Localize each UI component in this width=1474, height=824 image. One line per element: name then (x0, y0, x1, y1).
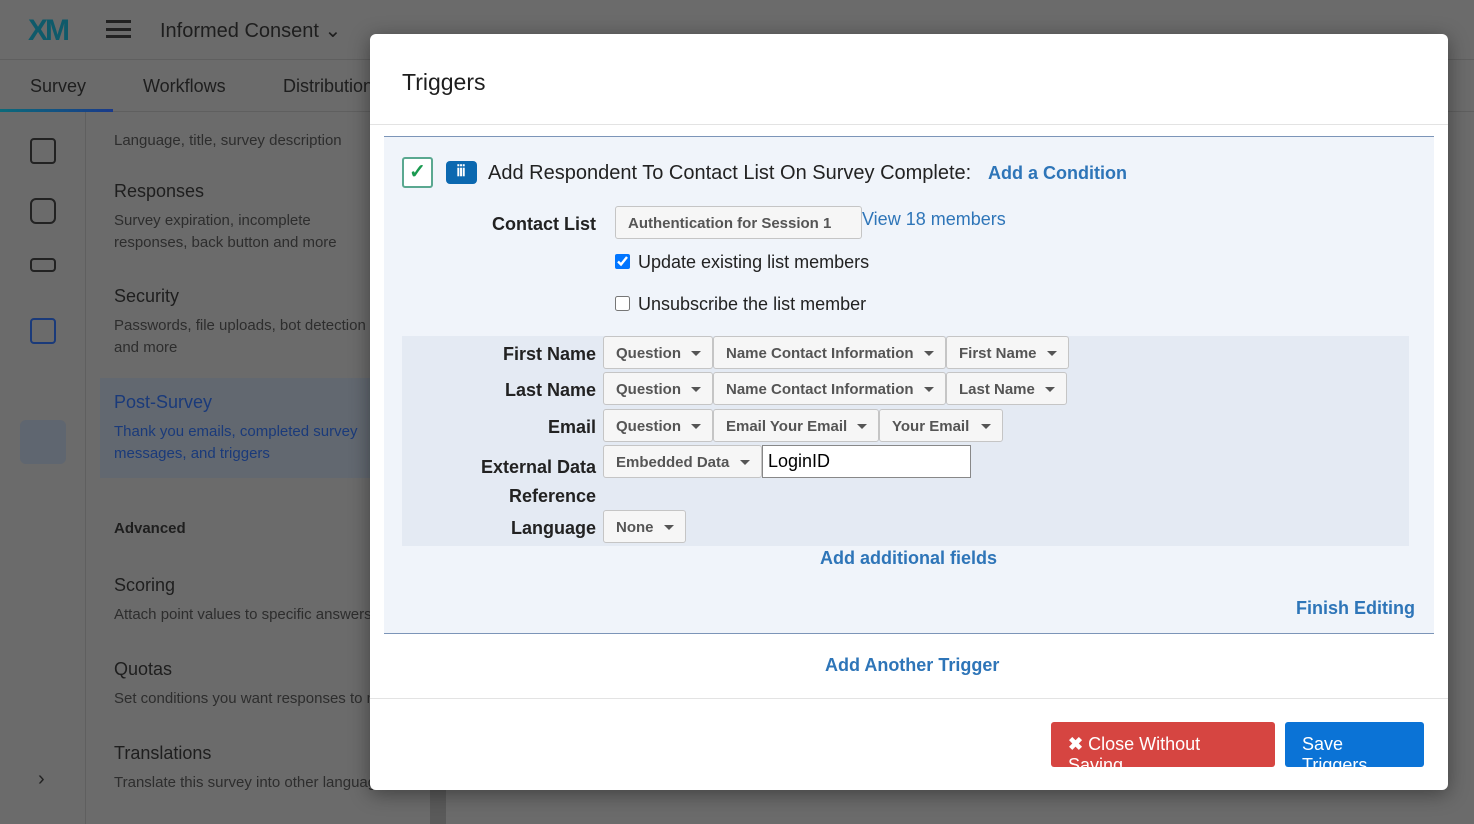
button-label: Close Without Saving (1068, 734, 1201, 775)
hamburger-menu-icon[interactable] (106, 20, 131, 38)
setting-desc: Language, title, survey description (114, 132, 342, 149)
update-existing-checkbox[interactable] (615, 254, 630, 269)
settings-scoring[interactable]: Scoring Attach point values to specific a… (114, 575, 374, 626)
view-members-link[interactable]: View 18 members (862, 209, 1006, 230)
setting-desc: Passwords, file uploads, bot detection a… (114, 317, 366, 356)
setting-title: Security (114, 286, 180, 306)
embedded-data-input[interactable]: LoginID (762, 445, 971, 478)
tab-survey[interactable]: Survey (30, 76, 86, 97)
field-select[interactable]: Last Name (946, 372, 1067, 405)
settings-quotas[interactable]: Quotas Set conditions you want responses … (114, 659, 374, 710)
survey-clipboard-icon[interactable] (30, 138, 56, 164)
settings-general[interactable]: Language, title, survey description (114, 130, 342, 152)
project-title-dropdown[interactable]: Informed Consent ⌄ (160, 18, 341, 43)
settings-translations[interactable]: Translations Translate this survey into o… (114, 743, 374, 794)
field-label: First Name (502, 344, 596, 364)
setting-desc: Survey expiration, incomplete responses,… (114, 212, 337, 251)
setting-desc: Translate this survey into other languag… (114, 774, 374, 791)
question-select[interactable]: Name Contact Information (713, 372, 946, 405)
divider (370, 124, 1448, 125)
unsubscribe-option[interactable]: Unsubscribe the list member (615, 294, 866, 315)
field-label: Last Name (504, 380, 596, 400)
setting-title: Translations (114, 743, 212, 763)
trigger-panel: ✓ ⅲ Add Respondent To Contact List On Su… (384, 136, 1434, 634)
field-label: Email (547, 417, 596, 437)
trigger-enabled-checkbox[interactable]: ✓ (402, 157, 433, 188)
sliders-icon[interactable] (30, 318, 56, 344)
language-select[interactable]: None (603, 510, 686, 543)
blocks-icon[interactable] (30, 198, 56, 224)
settings-responses[interactable]: Responses Survey expiration, incomplete r… (114, 181, 384, 254)
setting-desc: Attach point values to specific answers (114, 606, 372, 623)
add-additional-fields-link[interactable]: Add additional fields (820, 548, 997, 569)
tab-workflows[interactable]: Workflows (143, 76, 226, 97)
setting-title: Responses (114, 181, 205, 201)
chevron-down-icon: ⌄ (324, 20, 342, 42)
setting-desc: Thank you emails, completed survey messa… (114, 423, 358, 462)
section-heading: Advanced (114, 520, 186, 537)
trigger-label: Add Respondent To Contact List On Survey… (488, 162, 972, 184)
contact-list-select[interactable]: Authentication for Session 1 (615, 206, 862, 239)
divider (370, 698, 1448, 699)
triggers-modal: Triggers ✓ ⅲ Add Respondent To Contact L… (370, 34, 1448, 790)
add-condition-link[interactable]: Add a Condition (988, 163, 1127, 184)
paint-roller-icon[interactable] (30, 258, 56, 272)
field-select[interactable]: First Name (946, 336, 1069, 369)
settings-security[interactable]: Security Passwords, file uploads, bot det… (114, 286, 384, 359)
field-label: Language (510, 518, 596, 538)
setting-title: Post-Survey (114, 392, 213, 412)
question-select[interactable]: Email Your Email (713, 409, 879, 442)
source-select[interactable]: Question (603, 372, 713, 405)
update-existing-option[interactable]: Update existing list members (615, 252, 869, 273)
scrollbar[interactable] (430, 790, 446, 824)
project-title: Informed Consent (160, 20, 319, 42)
save-triggers-button[interactable]: Save Triggers (1285, 722, 1424, 775)
add-another-trigger-link[interactable]: Add Another Trigger (825, 655, 999, 676)
close-without-saving-button[interactable]: ✖ Close Without Saving (1051, 722, 1275, 775)
close-x-icon: ✖ (1068, 734, 1084, 754)
xm-logo[interactable]: XM (28, 14, 70, 48)
tab-distributions[interactable]: Distributions (283, 76, 382, 97)
setting-title: Quotas (114, 659, 173, 679)
setting-desc: Set conditions you want responses to mee… (114, 690, 374, 707)
contact-list-label: Contact List (491, 214, 596, 234)
checkbox-label: Unsubscribe the list member (638, 294, 867, 314)
source-select[interactable]: Question (603, 409, 713, 442)
field-select[interactable]: Your Email (879, 409, 1003, 442)
survey-options-active (20, 420, 66, 464)
source-select[interactable]: Embedded Data (603, 445, 762, 478)
expand-chevron-icon[interactable]: › (38, 768, 45, 791)
source-select[interactable]: Question (603, 336, 713, 369)
question-select[interactable]: Name Contact Information (713, 336, 946, 369)
finish-editing-link[interactable]: Finish Editing (1296, 598, 1415, 619)
contact-list-people-icon: ⅲ (446, 161, 477, 184)
field-label: External Data Reference (480, 457, 596, 506)
setting-title: Scoring (114, 575, 176, 595)
settings-advanced-heading: Advanced (114, 520, 186, 545)
modal-title: Triggers (402, 69, 486, 95)
unsubscribe-checkbox[interactable] (615, 296, 630, 311)
checkbox-label: Update existing list members (638, 252, 870, 272)
settings-post-survey[interactable]: Post-Survey Thank you emails, completed s… (114, 392, 364, 465)
left-rail: › (0, 112, 86, 824)
